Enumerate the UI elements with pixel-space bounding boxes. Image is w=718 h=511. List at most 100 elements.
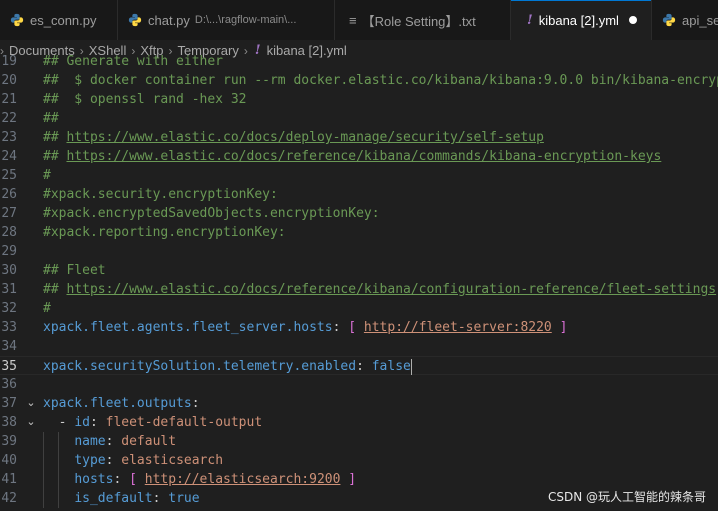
line-number: 31: [1, 282, 17, 297]
line-number: 21: [1, 92, 17, 107]
code-line: 21 ## $ openssl rand -hex 32: [0, 90, 718, 109]
line-number: 24: [1, 149, 17, 164]
tab-label: es_conn.py: [30, 12, 97, 28]
unsaved-changes-dot-icon[interactable]: [628, 16, 637, 24]
yaml-key: type: [74, 453, 106, 468]
editor-tab-bar: es_conn.py chat.py D:\...\ragflow-main\.…: [0, 0, 718, 41]
tab-kibana-yml[interactable]: ! kibana [2].yml: [511, 0, 652, 40]
tab-label: 【Role Setting】.txt: [361, 13, 476, 29]
yaml-key: id: [74, 415, 90, 430]
yaml-value: false: [371, 359, 411, 374]
code-text: ## $ openssl rand -hex 32: [43, 92, 247, 107]
line-number: 27: [1, 206, 17, 221]
yaml-key: name: [74, 434, 106, 449]
yaml-key: xpack.fleet.agents.fleet_server.hosts: [43, 320, 333, 335]
doc-link[interactable]: https://www.elastic.co/docs/reference/ki…: [66, 282, 716, 297]
tab-description: D:\...\ragflow-main\...: [194, 14, 297, 26]
comment-prefix: ##: [43, 282, 67, 297]
python-icon: [10, 13, 24, 27]
text-cursor: [410, 358, 412, 375]
code-line: 26 #xpack.security.encryptionKey:: [0, 185, 718, 204]
line-number: 38: [1, 415, 17, 430]
line-number: 32: [1, 301, 17, 316]
code-line: 25 #: [0, 166, 718, 185]
code-editor[interactable]: 19 ## Generate with either 20 ## $ docke…: [0, 52, 718, 511]
code-line: 23 ## https://www.elastic.co/docs/deploy…: [0, 128, 718, 147]
code-text: #xpack.encryptedSavedObjects.encryptionK…: [43, 206, 380, 221]
code-line: 40 type: elasticsearch: [1, 451, 224, 470]
chevron-down-icon[interactable]: ⌄: [25, 394, 37, 413]
code-line: 41 hosts: [ http://elasticsearch:9200 ]: [1, 470, 357, 489]
current-line: 35 xpack.securitySolution.telemetry.enab…: [0, 356, 718, 375]
line-number: 22: [1, 111, 17, 126]
comment-prefix: ##: [43, 130, 67, 145]
code-line: 37 ⌄ xpack.fleet.outputs:: [1, 394, 200, 413]
watermark: CSDN @玩人工智能的辣条哥: [547, 490, 706, 504]
code-line: 28 #xpack.reporting.encryptionKey:: [0, 223, 718, 242]
yaml-value: true: [168, 491, 200, 506]
yaml-value: fleet-default-output: [105, 415, 263, 430]
code-text: ##: [43, 111, 59, 126]
code-line: 19 ## Generate with either: [0, 52, 718, 71]
yaml-key: is_default: [74, 491, 153, 506]
yaml-url-value[interactable]: http://fleet-server:8220: [364, 320, 552, 335]
code-line: 20 ## $ docker container run --rm docker…: [0, 71, 718, 90]
line-number: 33: [1, 320, 17, 335]
line-number: 26: [1, 187, 17, 202]
line-number: 34: [1, 339, 17, 354]
code-line: 22 ##: [0, 109, 718, 128]
python-icon: [662, 13, 676, 27]
line-number: 37: [1, 396, 17, 411]
doc-link[interactable]: https://www.elastic.co/docs/reference/ki…: [66, 149, 661, 164]
comment-prefix: ##: [43, 149, 67, 164]
yaml-url-value[interactable]: http://elasticsearch:9200: [145, 472, 341, 487]
tab-role-setting-txt[interactable]: ≡ 【Role Setting】.txt: [335, 0, 511, 40]
code-line: 29: [0, 242, 718, 261]
code-line: 32 #: [0, 299, 718, 318]
code-line: 30 ## Fleet: [0, 261, 718, 280]
doc-link[interactable]: https://www.elastic.co/docs/deploy-manag…: [66, 130, 543, 145]
yaml-icon: !: [527, 12, 533, 28]
yaml-value: elasticsearch: [121, 453, 224, 468]
yaml-key: xpack.securitySolution.telemetry.enabled: [43, 359, 357, 374]
yaml-value: default: [121, 434, 177, 449]
code-line: 27 #xpack.encryptedSavedObjects.encrypti…: [0, 204, 718, 223]
code-text: ## Fleet: [43, 263, 106, 278]
tab-label: api_se: [682, 12, 718, 28]
tab-es-conn-py[interactable]: es_conn.py: [0, 0, 118, 40]
line-number: 40: [1, 453, 17, 468]
tab-api-se[interactable]: api_se: [652, 0, 718, 40]
code-line: 38 ⌄ - id: fleet-default-output: [1, 413, 263, 432]
code-line: 31 ## https://www.elastic.co/docs/refere…: [0, 280, 718, 299]
code-text: #xpack.security.encryptionKey:: [43, 187, 278, 202]
yaml-key: hosts: [74, 472, 114, 487]
line-number: 36: [1, 377, 17, 392]
code-text: ## Generate with either: [43, 54, 224, 69]
tab-chat-py[interactable]: chat.py D:\...\ragflow-main\...: [118, 0, 335, 40]
line-number: 28: [1, 225, 17, 240]
line-number: 35: [1, 359, 17, 374]
yaml-key: xpack.fleet.outputs: [43, 396, 192, 411]
tab-label: chat.py: [148, 12, 190, 28]
code-line: 24 ## https://www.elastic.co/docs/refere…: [0, 147, 718, 166]
code-line: 36: [0, 375, 718, 394]
code-text: #: [43, 301, 51, 316]
code-text: ## $ docker container run --rm docker.el…: [43, 73, 718, 88]
chevron-down-icon[interactable]: ⌄: [25, 413, 37, 432]
line-number: 19: [1, 54, 17, 69]
line-number: 42: [1, 491, 17, 506]
line-number: 30: [1, 263, 17, 278]
line-number: 29: [1, 244, 17, 259]
code-text: #xpack.reporting.encryptionKey:: [43, 225, 286, 240]
code-line: 34: [0, 337, 718, 356]
tab-label: kibana [2].yml: [538, 12, 619, 28]
python-icon: [128, 13, 142, 27]
line-number: 39: [1, 434, 17, 449]
code-text: #: [43, 168, 51, 183]
line-number: 23: [1, 130, 17, 145]
line-number: 20: [1, 73, 17, 88]
text-file-icon: ≡: [349, 12, 357, 28]
code-line: 39 name: default: [1, 432, 177, 451]
line-number: 41: [1, 472, 17, 487]
code-line: 33 xpack.fleet.agents.fleet_server.hosts…: [1, 320, 568, 335]
